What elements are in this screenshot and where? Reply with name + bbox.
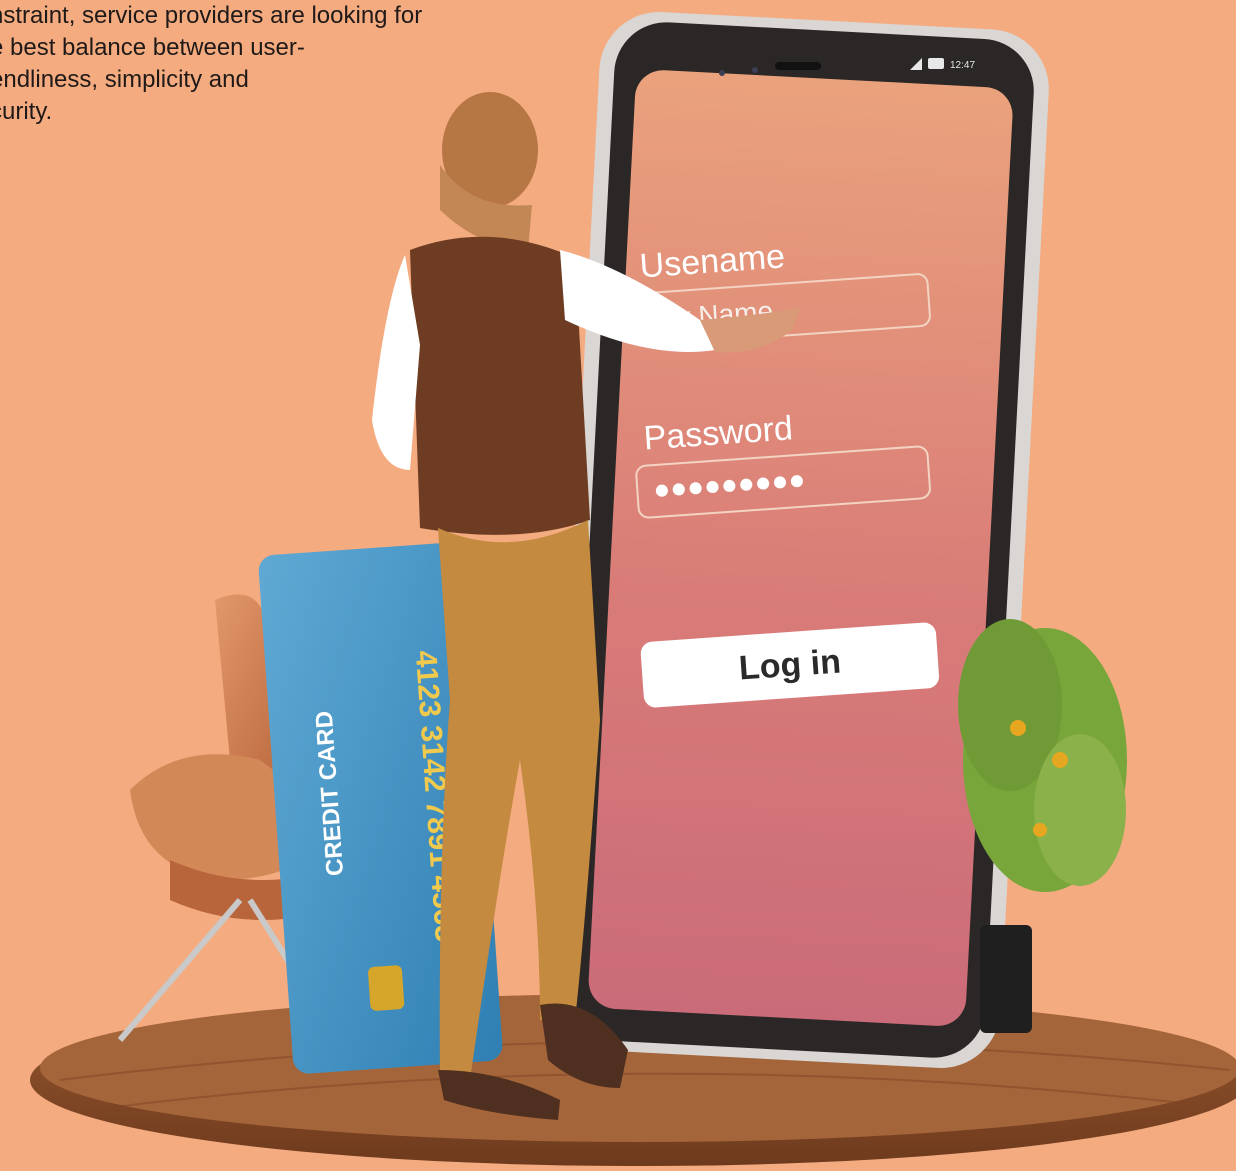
battery-icon [928, 58, 944, 69]
status-time: 12:47 [950, 60, 975, 71]
card-chip-icon [368, 965, 405, 1011]
login-button-label: Log in [738, 642, 842, 687]
potted-plant [958, 619, 1127, 1033]
smartphone [551, 11, 1049, 1069]
illustration-scene: 12:47 Usename My Name Password ●●●●●●●●●… [30, 11, 1236, 1166]
